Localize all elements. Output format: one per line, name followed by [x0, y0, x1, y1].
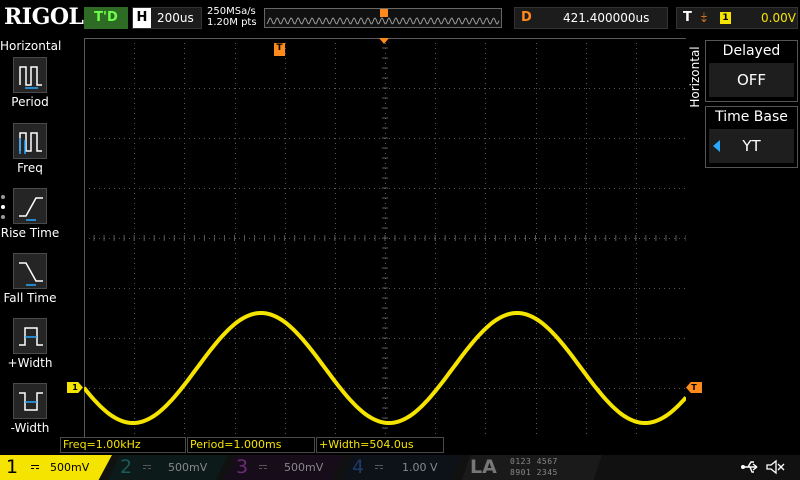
la-channels-row1: 0123 4567	[510, 457, 558, 466]
logic-analyzer-setting[interactable]: LA 0123 4567 8901 2345	[462, 455, 602, 480]
channel1-setting[interactable]: 1 500mV	[0, 455, 112, 480]
measure-menu-title: Horizontal	[0, 39, 62, 53]
memory-waveform-preview	[266, 9, 500, 25]
graticule	[84, 38, 686, 438]
trigger-level-marker[interactable]: T	[686, 382, 702, 393]
delay-value: 421.400000us	[563, 11, 650, 25]
channel3-setting[interactable]: 3 500mV	[224, 455, 344, 480]
delayed-value: OFF	[709, 63, 794, 97]
measurement-results-bar: Freq=1.00kHz Period=1.000ms +Width=504.0…	[60, 437, 800, 454]
dc-coupling-icon	[375, 465, 383, 469]
timebase-label: H	[133, 8, 151, 28]
fall-time-icon	[13, 253, 47, 289]
trigger-settings[interactable]: T ⤈ 1 0.00V	[676, 7, 798, 29]
timebase-center-marker	[379, 38, 389, 44]
waveform-display	[84, 38, 686, 438]
menu-page-indicator	[1, 195, 7, 225]
channel2-setting[interactable]: 2 500mV	[108, 455, 228, 480]
chevron-left-icon	[713, 140, 720, 152]
negative-width-icon	[13, 383, 47, 419]
measurement-positive-width: +Width=504.0us	[316, 437, 444, 453]
sample-rate: 250MSa/s	[207, 6, 256, 17]
measurement-frequency: Freq=1.00kHz	[60, 437, 186, 453]
memory-overview-bar	[264, 8, 502, 28]
delayed-sweep-button[interactable]: Delayed OFF	[705, 40, 798, 102]
time-base-button[interactable]: Time Base YT	[705, 106, 798, 168]
dc-coupling-icon	[31, 465, 39, 469]
time-base-value: YT	[709, 129, 794, 163]
measure-fall-time-button[interactable]: Fall Time	[0, 253, 60, 315]
trigger-slope-icon: ⤈	[701, 10, 707, 25]
horizontal-menu-title: Horizontal	[688, 46, 702, 108]
channel1-offset-marker[interactable]: 1	[67, 382, 83, 393]
measure-period-button[interactable]: Period	[0, 57, 60, 119]
measure-frequency-button[interactable]: Freq	[0, 123, 60, 185]
measure-side-menu: Horizontal Period Freq Rise Time Fall Ti…	[0, 37, 62, 437]
measure-rise-time-button[interactable]: Rise Time	[0, 188, 60, 250]
speaker-muted-icon[interactable]	[764, 458, 786, 476]
dc-coupling-icon	[259, 465, 267, 469]
measurement-period: Period=1.000ms	[187, 437, 315, 453]
brand-logo: RIGOL	[4, 4, 84, 30]
memory-depth: 1.20M pts	[207, 17, 257, 28]
measure-positive-width-button[interactable]: +Width	[0, 318, 60, 380]
trigger-level-value: 0.00V	[761, 11, 796, 25]
trigger-label: T	[683, 10, 692, 25]
usb-icon	[741, 461, 758, 473]
horizontal-timebase[interactable]: H 200us	[132, 7, 202, 29]
time-base-title: Time Base	[706, 107, 797, 127]
measure-negative-width-button[interactable]: -Width	[0, 383, 60, 445]
trigger-source-badge: 1	[720, 12, 731, 24]
delay-label: D	[521, 10, 532, 25]
dc-coupling-icon	[143, 465, 151, 469]
la-channels-row2: 8901 2345	[510, 468, 558, 477]
horizontal-delay[interactable]: D 421.400000us	[514, 7, 668, 29]
trigger-position-marker[interactable]: T	[274, 43, 285, 56]
positive-width-icon	[13, 318, 47, 354]
trigger-status-badge: T'D	[84, 7, 128, 29]
timebase-value: 200us	[157, 11, 194, 25]
channel-status-bar: 1 500mV 2 500mV 3 500mV 4 1.00 V LA 0123…	[0, 455, 800, 480]
top-status-bar: RIGOL T'D H 200us 250MSa/s 1.20M pts D 4…	[0, 0, 800, 37]
frequency-icon	[13, 123, 47, 159]
delayed-title: Delayed	[706, 41, 797, 61]
rise-time-icon	[13, 188, 47, 224]
channel4-setting[interactable]: 4 1.00 V	[340, 455, 462, 480]
period-icon	[13, 57, 47, 93]
